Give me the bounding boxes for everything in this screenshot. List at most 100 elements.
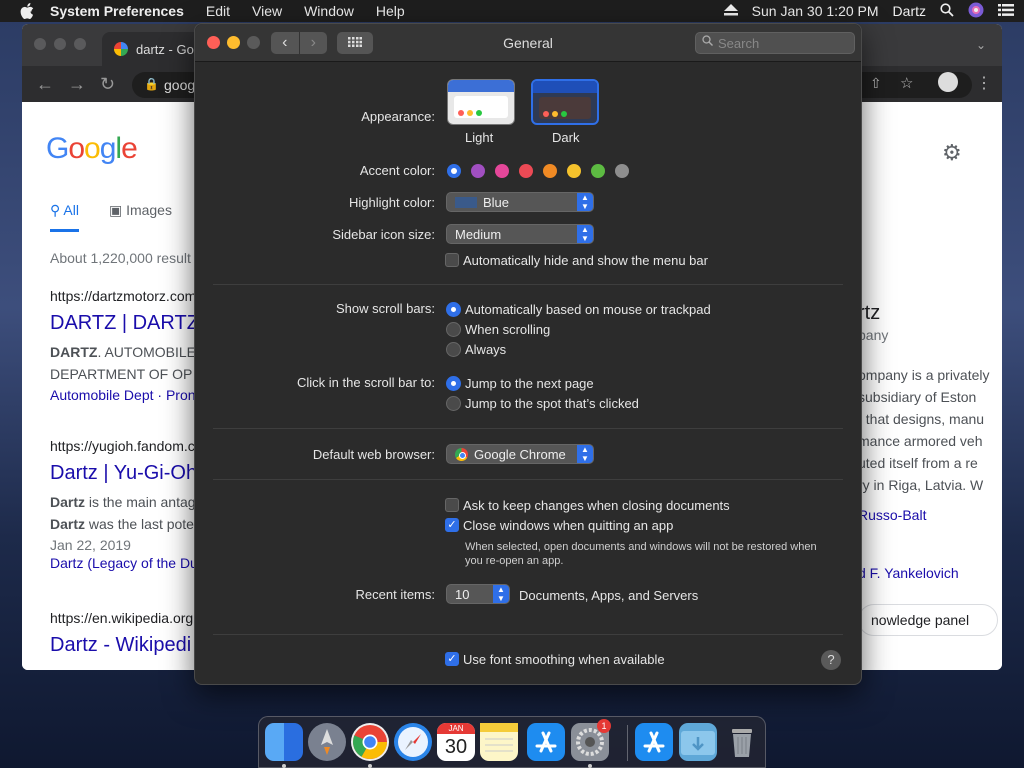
popup-stepper-icon: ▲ ▼: [493, 585, 509, 603]
chrome-minimize-button[interactable]: [54, 38, 66, 50]
click-scroll-next-page-radio[interactable]: [446, 376, 461, 391]
calendar-icon[interactable]: JAN 30: [437, 723, 475, 761]
app-store-folder-icon[interactable]: [635, 723, 673, 761]
accent-color-swatch[interactable]: [543, 164, 557, 178]
reload-icon[interactable]: ↻: [100, 74, 115, 95]
kp-feedback-button[interactable]: nowledge panel: [858, 604, 998, 636]
calendar-month: JAN: [437, 723, 475, 734]
search-input[interactable]: Search: [695, 32, 855, 54]
separator: [213, 284, 843, 285]
popup-stepper-icon: ▲ ▼: [577, 445, 593, 463]
scroll-bars-label: Show scroll bars:: [336, 301, 435, 316]
result-url[interactable]: https://yugioh.fandom.c: [50, 438, 198, 454]
accent-color-swatch[interactable]: [471, 164, 485, 178]
separator: [213, 634, 843, 635]
ask-keep-changes-label: Ask to keep changes when closing documen…: [463, 498, 730, 513]
result-title[interactable]: Dartz | Yu-Gi-Oh: [50, 462, 198, 485]
result-title[interactable]: DARTZ | DARTZ: [50, 312, 199, 335]
menu-clock[interactable]: Sun Jan 30 1:20 PM: [752, 3, 879, 19]
google-logo[interactable]: Google: [46, 132, 138, 166]
highlight-color-popup[interactable]: Blue ▲ ▼: [446, 192, 594, 212]
accent-color-swatch[interactable]: [519, 164, 533, 178]
back-icon[interactable]: ←: [36, 74, 54, 95]
control-center-icon[interactable]: [998, 3, 1014, 19]
search-small-icon: ⚲: [50, 202, 64, 218]
accent-color-swatch[interactable]: [615, 164, 629, 178]
tab-images[interactable]: ▣ Images: [109, 202, 172, 232]
font-smoothing-checkbox[interactable]: ✓: [445, 652, 459, 666]
launchpad-icon[interactable]: [308, 723, 346, 761]
scroll-bars-auto-radio[interactable]: [446, 302, 461, 317]
share-icon[interactable]: ⇧: [870, 75, 882, 92]
appearance-light-option[interactable]: [447, 79, 515, 125]
tab-list-chevron-icon[interactable]: ⌄: [976, 38, 986, 52]
chrome-app-icon[interactable]: [351, 723, 389, 761]
kp-link[interactable]: Russo-Balt: [858, 504, 998, 526]
result-sitelinks[interactable]: Automobile Dept · Pron: [50, 387, 199, 403]
chrome-close-button[interactable]: [34, 38, 46, 50]
recent-items-popup[interactable]: 10 ▲ ▼: [446, 584, 510, 604]
accent-color-swatch[interactable]: [591, 164, 605, 178]
close-windows-note: When selected, open documents and window…: [465, 541, 817, 567]
accent-color-swatch[interactable]: [495, 164, 509, 178]
tab-title: dartz - Go: [136, 42, 194, 57]
default-browser-popup[interactable]: Google Chrome ▲ ▼: [446, 444, 594, 464]
bookmark-star-icon[interactable]: ☆: [900, 74, 913, 92]
google-favicon-icon: [114, 42, 128, 56]
result-sitelinks[interactable]: Dartz (Legacy of the Du: [50, 555, 198, 571]
menu-bar-autohide-label: Automatically hide and show the menu bar: [463, 253, 708, 268]
menu-bar: System Preferences Edit View Window Help…: [0, 0, 1024, 22]
search-result: https://yugioh.fandom.c Dartz | Yu-Gi-Oh…: [50, 438, 198, 571]
result-url[interactable]: https://en.wikipedia.org: [50, 610, 193, 626]
kp-link[interactable]: d F. Yankelovich: [858, 562, 998, 584]
menu-view[interactable]: View: [252, 3, 282, 19]
image-icon: ▣: [108, 202, 127, 218]
default-browser-label: Default web browser:: [312, 447, 435, 462]
scroll-bars-always-radio[interactable]: [446, 342, 461, 357]
apple-menu-icon[interactable]: [20, 3, 34, 19]
menu-user[interactable]: Dartz: [893, 3, 926, 19]
trash-icon[interactable]: [723, 723, 761, 761]
chrome-menu-icon[interactable]: ⋮: [976, 73, 992, 93]
safari-icon[interactable]: [394, 723, 432, 761]
settings-gear-icon[interactable]: ⚙: [942, 140, 966, 165]
appearance-label: Appearance:: [361, 109, 435, 124]
result-title[interactable]: Dartz - Wikipedi: [50, 634, 193, 657]
ask-keep-changes-checkbox[interactable]: [445, 498, 459, 512]
menu-app-name[interactable]: System Preferences: [50, 3, 184, 19]
kp-line: subsidiary of Eston: [858, 389, 977, 405]
scroll-bars-scrolling-radio[interactable]: [446, 322, 461, 337]
menu-edit[interactable]: Edit: [206, 3, 230, 19]
siri-icon[interactable]: [968, 2, 984, 21]
accent-color-swatch[interactable]: [567, 164, 581, 178]
search-result: https://dartzmotorz.com DARTZ | DARTZ DA…: [50, 288, 199, 403]
help-button[interactable]: ?: [821, 650, 841, 670]
app-store-icon[interactable]: [527, 723, 565, 761]
kp-line: ry in Riga, Latvia. W: [858, 477, 984, 493]
finder-icon[interactable]: [265, 723, 303, 761]
separator: [213, 479, 843, 480]
menu-window[interactable]: Window: [304, 3, 354, 19]
forward-icon[interactable]: →: [68, 74, 86, 95]
menu-help[interactable]: Help: [376, 3, 405, 19]
recent-items-suffix: Documents, Apps, and Servers: [519, 588, 699, 603]
menu-bar-autohide-checkbox[interactable]: [445, 253, 459, 267]
appearance-dark-option[interactable]: [531, 79, 599, 125]
sidebar-icon-size-popup[interactable]: Medium ▲ ▼: [446, 224, 594, 244]
knowledge-panel: rtz pany ompany is a privately subsidiar…: [858, 302, 998, 636]
spotlight-search-icon[interactable]: [940, 2, 954, 20]
sidebar-icon-size-value: Medium: [455, 227, 502, 242]
accent-color-swatch[interactable]: [447, 164, 461, 178]
eject-icon[interactable]: [723, 3, 738, 19]
notes-icon[interactable]: [480, 723, 518, 761]
kp-line: , that designs, manu: [858, 411, 985, 427]
result-url[interactable]: https://dartzmotorz.com: [50, 288, 199, 304]
recent-items-value: 10: [455, 587, 470, 602]
close-windows-checkbox[interactable]: ✓: [445, 518, 459, 532]
chrome-zoom-button[interactable]: [74, 38, 86, 50]
profile-avatar[interactable]: [938, 72, 958, 92]
tab-all[interactable]: ⚲ All: [50, 202, 79, 232]
downloads-folder-icon[interactable]: [679, 723, 717, 761]
prefs-titlebar: ‹ › General Search: [195, 24, 861, 62]
click-scroll-spot-radio[interactable]: [446, 396, 461, 411]
